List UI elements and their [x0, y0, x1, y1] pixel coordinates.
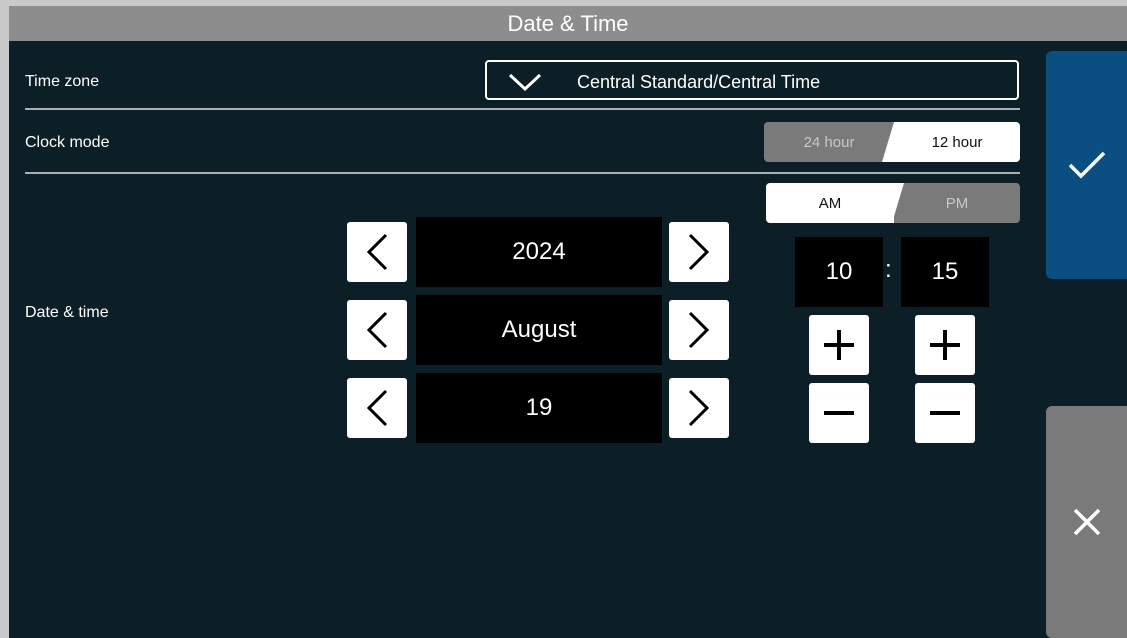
am-option[interactable]: AM [766, 183, 894, 223]
minus-icon [930, 411, 960, 415]
clock-mode-12-hour[interactable]: 12 hour [894, 122, 1020, 162]
pm-option[interactable]: PM [894, 183, 1020, 223]
close-icon [1073, 508, 1100, 536]
minute-decrement-button[interactable] [915, 383, 975, 443]
chevron-down-icon [508, 73, 542, 92]
date-time-label: Date & time [25, 304, 109, 321]
divider [25, 172, 1020, 174]
plus-icon [930, 330, 960, 360]
cancel-button[interactable] [1046, 406, 1127, 638]
hour-increment-button[interactable] [809, 315, 869, 375]
screen-title: Date & Time [9, 6, 1127, 41]
time-separator: : [885, 256, 892, 283]
clock-mode-label: Clock mode [25, 134, 110, 151]
year-increment-button[interactable] [669, 222, 729, 282]
time-zone-dropdown[interactable]: Central Standard/Central Time [485, 60, 1019, 100]
chevron-left-icon [366, 311, 388, 349]
confirm-button[interactable] [1046, 51, 1127, 279]
year-decrement-button[interactable] [347, 222, 407, 282]
check-icon [1068, 151, 1105, 179]
day-decrement-button[interactable] [347, 378, 407, 438]
year-value: 2024 [416, 217, 662, 287]
chevron-right-icon [688, 233, 710, 271]
month-value: August [416, 295, 662, 365]
segment-divider [882, 122, 906, 162]
day-increment-button[interactable] [669, 378, 729, 438]
chevron-right-icon [688, 389, 710, 427]
time-zone-label: Time zone [25, 73, 100, 90]
clock-mode-24-hour[interactable]: 24 hour [764, 122, 894, 162]
am-pm-toggle: AM PM [766, 183, 1020, 223]
date-time-screen: Date & Time Time zone Central Standard/C… [9, 6, 1127, 638]
month-decrement-button[interactable] [347, 300, 407, 360]
divider [25, 108, 1020, 110]
plus-icon [824, 330, 854, 360]
hour-decrement-button[interactable] [809, 383, 869, 443]
day-value: 19 [416, 373, 662, 443]
minus-icon [824, 411, 854, 415]
minute-value: 15 [901, 237, 989, 307]
minute-increment-button[interactable] [915, 315, 975, 375]
time-zone-value: Central Standard/Central Time [577, 72, 821, 92]
hour-value: 10 [795, 237, 883, 307]
clock-mode-toggle: 24 hour 12 hour [764, 122, 1020, 162]
chevron-left-icon [366, 233, 388, 271]
segment-divider [880, 183, 904, 223]
chevron-right-icon [688, 311, 710, 349]
chevron-left-icon [366, 389, 388, 427]
month-increment-button[interactable] [669, 300, 729, 360]
